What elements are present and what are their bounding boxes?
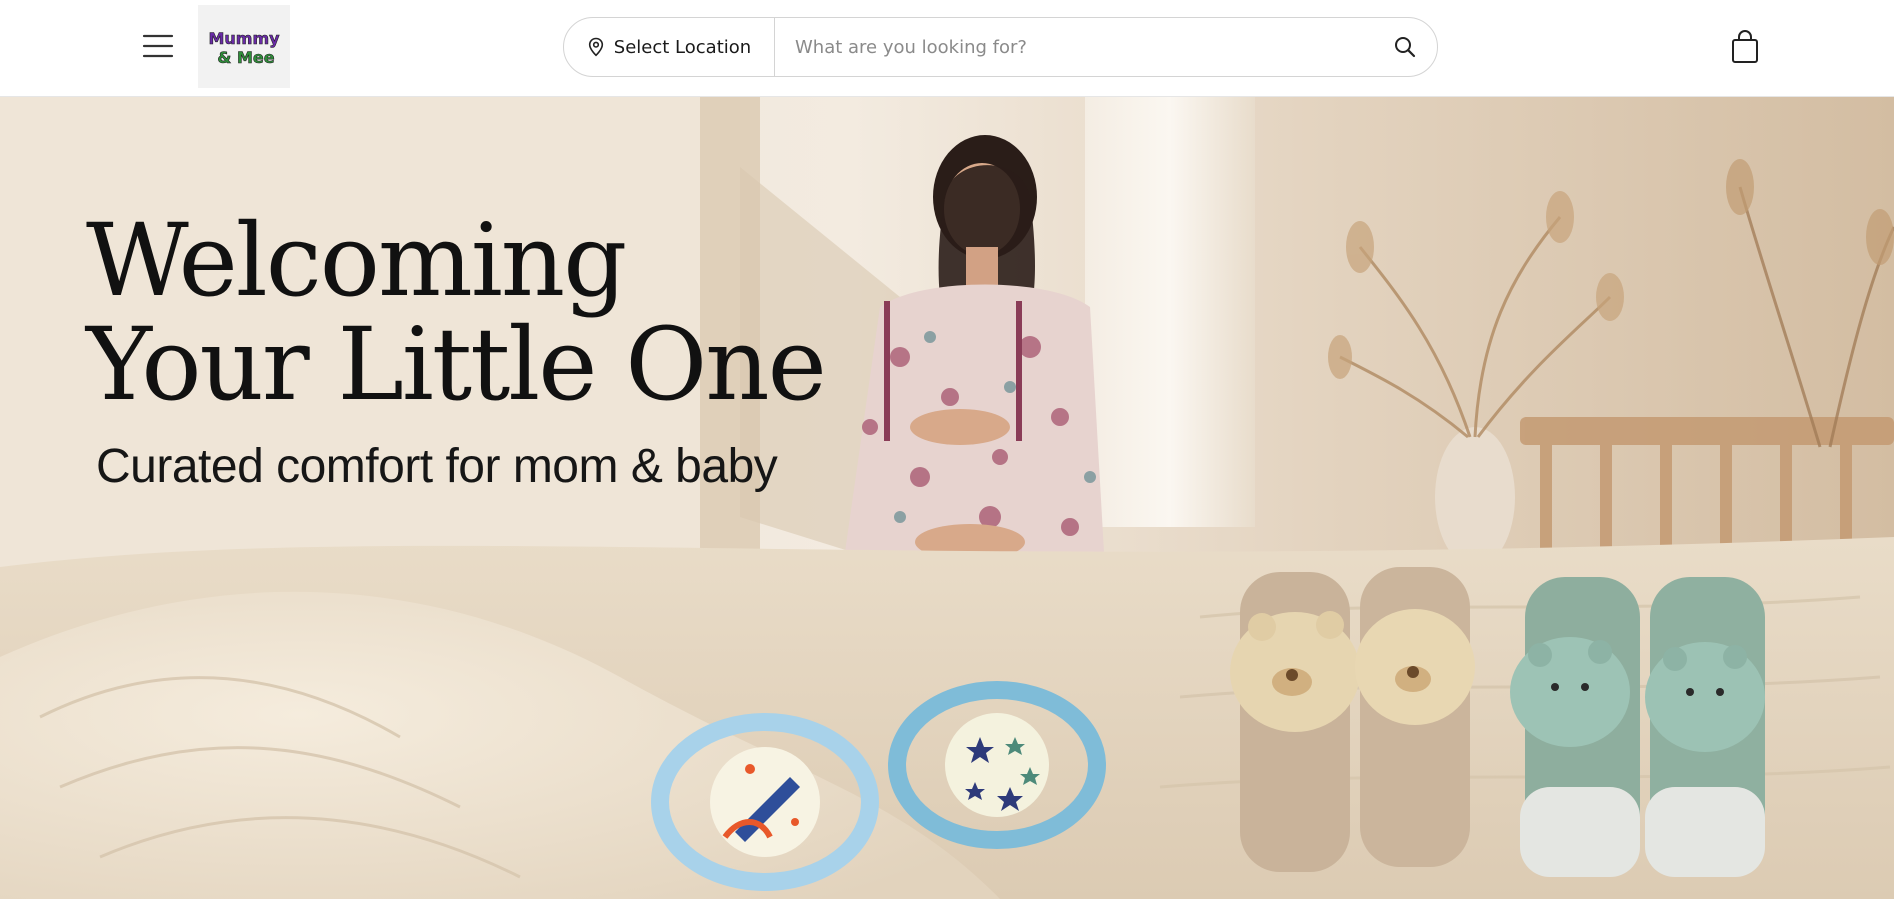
brand-logo[interactable]: Mummy & Mee — [198, 5, 290, 88]
hero-banner[interactable]: Welcoming Your Little One Curated comfor… — [0, 97, 1894, 899]
brand-logo-mark: Mummy & Mee — [208, 28, 280, 67]
map-pin-icon — [588, 37, 603, 57]
svg-text:Mummy: Mummy — [208, 29, 280, 48]
hero-title-line2: Your Little One — [86, 306, 827, 423]
select-location-button[interactable]: Select Location — [564, 18, 775, 76]
search-icon — [1395, 37, 1416, 58]
search-input[interactable] — [775, 18, 1373, 76]
svg-text:& Mee: & Mee — [217, 48, 274, 67]
hero-title: Welcoming Your Little One — [86, 202, 827, 423]
hamburger-menu-icon — [142, 34, 174, 58]
shopping-bag-icon — [1732, 30, 1758, 63]
cart-button[interactable] — [1729, 29, 1761, 65]
location-label: Select Location — [613, 36, 752, 58]
search-button[interactable] — [1373, 18, 1437, 76]
hamburger-menu-button[interactable] — [140, 30, 176, 62]
hero-subtitle: Curated comfort for mom & baby — [96, 440, 778, 493]
hero-title-line1: Welcoming — [86, 202, 627, 319]
search-bar: Select Location — [563, 17, 1438, 77]
site-header: Mummy & Mee Select Location — [0, 0, 1894, 97]
